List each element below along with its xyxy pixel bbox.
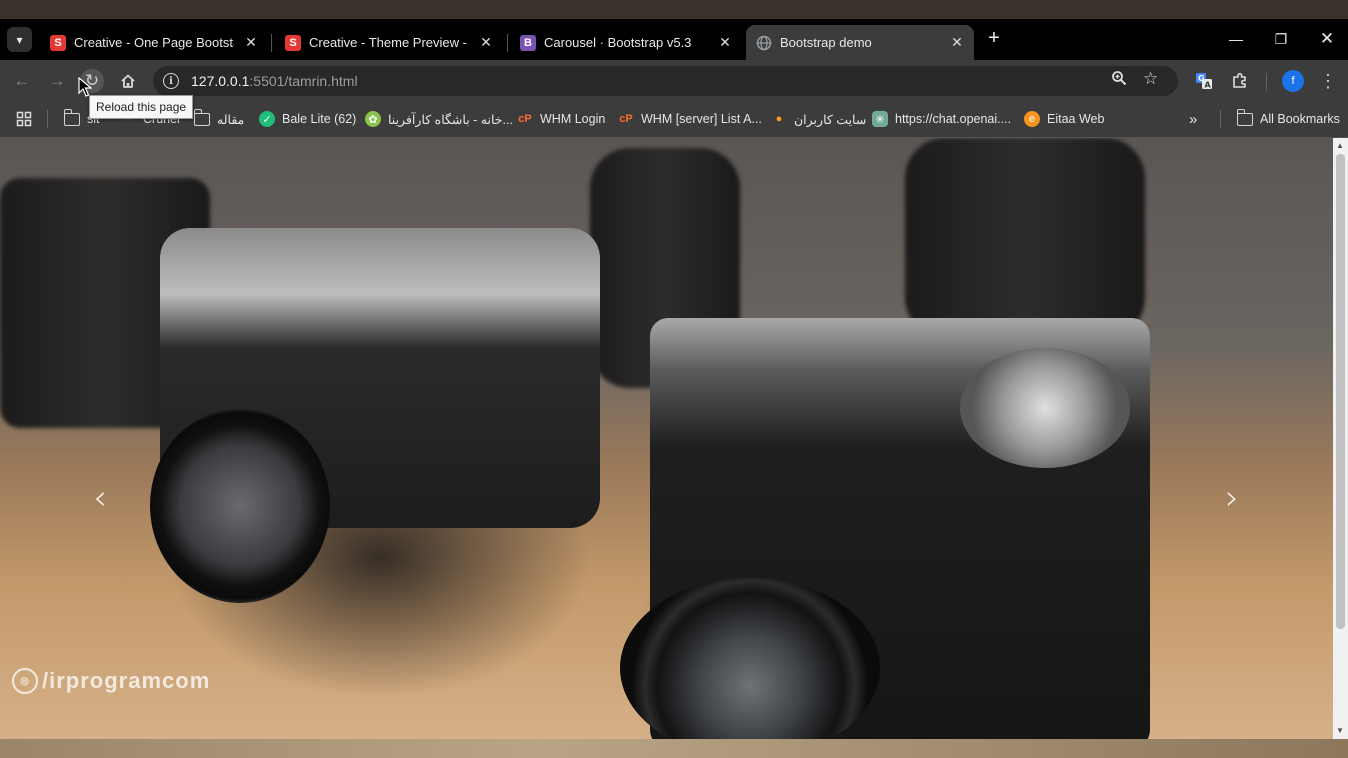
leaf-icon: ✿ [365, 111, 381, 127]
scroll-up-arrow-icon[interactable]: ▲ [1336, 141, 1344, 150]
background-lens-blur [905, 138, 1145, 338]
tab-title: Carousel · Bootstrap v5.3 [544, 35, 692, 50]
tab-search-button[interactable]: ▾ [7, 27, 32, 52]
close-tab-icon[interactable]: ✕ [716, 33, 734, 51]
bookmark-karbaran[interactable]: ● سایت کاربران [771, 109, 867, 129]
tab-separator [271, 34, 272, 52]
bookmark-label: WHM [server] List A... [641, 112, 762, 126]
bookmarks-overflow-icon[interactable]: » [1189, 109, 1197, 129]
url-text[interactable]: 127.0.0.1:5501/tamrin.html [191, 73, 358, 89]
extensions-puzzle-icon[interactable] [1228, 69, 1252, 93]
close-window-icon[interactable]: ✕ [1315, 27, 1339, 51]
camera-right-dial [960, 348, 1130, 468]
bale-icon: ✓ [259, 111, 275, 127]
carousel-next-button[interactable]: › [1212, 478, 1252, 518]
bookmark-separator [1220, 110, 1221, 128]
new-tab-button[interactable]: + [983, 27, 1005, 49]
address-bar[interactable]: i 127.0.0.1:5501/tamrin.html ☆ [153, 66, 1178, 96]
tab-bootstrap-demo[interactable]: Bootstrap demo ✕ [746, 25, 974, 60]
bookmark-whm-login[interactable]: cP WHM Login [517, 109, 605, 129]
close-tab-icon[interactable]: ✕ [477, 33, 495, 51]
folder-icon [63, 108, 80, 127]
folder-icon [193, 108, 210, 127]
home-icon[interactable] [116, 69, 140, 93]
all-bookmarks-label: All Bookmarks [1260, 112, 1340, 126]
site-info-icon[interactable]: i [163, 73, 179, 89]
bookmark-eitaa[interactable]: e Eitaa Web [1024, 109, 1104, 129]
bookmark-label: Eitaa Web [1047, 112, 1105, 126]
svg-text:A: A [1205, 81, 1212, 90]
screen-frame-bottom [0, 739, 1348, 758]
profile-avatar[interactable]: f [1282, 70, 1304, 92]
url-path: :5501/tamrin.html [249, 73, 358, 89]
toolbar-separator [1266, 73, 1267, 91]
camera-left-lens [150, 408, 330, 603]
carousel-prev-button[interactable]: ‹ [80, 478, 120, 518]
browser-toolbar: ← → ↻ i 127.0.0.1:5501/tamrin.html ☆ GA … [0, 60, 1348, 102]
forward-arrow-icon[interactable]: → [45, 69, 69, 93]
close-tab-icon[interactable]: ✕ [948, 33, 966, 51]
translate-icon[interactable]: GA [1192, 69, 1216, 93]
fruit-icon: ● [775, 113, 783, 125]
more-menu-icon[interactable]: ⋮ [1316, 69, 1340, 93]
watermark-logo-icon: ◎ [12, 668, 38, 694]
tab-creative-one-page[interactable]: S Creative - One Page Bootstrap ✕ [40, 25, 268, 60]
bookmark-label: WHM Login [540, 112, 606, 126]
bookmarks-bar: sit 〰 Cruner مقاله ✓ Bale Lite (62) ✿ خا… [0, 102, 1348, 138]
bookmark-karafarin[interactable]: ✿ خانه - باشگاه کارآفرینا... [365, 109, 513, 129]
reload-tooltip: Reload this page [89, 95, 194, 119]
tab-creative-theme-preview[interactable]: S Creative - Theme Preview - Star ✕ [275, 25, 503, 60]
globe-icon [756, 35, 772, 51]
tab-separator [507, 34, 508, 52]
tab-title: Creative - Theme Preview - Star [309, 35, 469, 50]
page-scrollbar[interactable]: ▲ ▼ [1333, 138, 1348, 739]
tab-favicon-s-icon: S [285, 34, 301, 51]
scroll-thumb[interactable] [1336, 154, 1345, 629]
bookmark-bale-lite[interactable]: ✓ Bale Lite (62) [259, 109, 356, 129]
bookmark-maghale[interactable]: مقاله [193, 108, 245, 129]
tab-title: Bootstrap demo [780, 35, 872, 50]
scroll-down-arrow-icon[interactable]: ▼ [1336, 726, 1344, 735]
tab-strip: ▾ S Creative - One Page Bootstrap ✕ S Cr… [0, 19, 1348, 60]
close-tab-icon[interactable]: ✕ [242, 33, 260, 51]
minimize-icon[interactable]: — [1224, 27, 1248, 51]
back-arrow-icon[interactable]: ← [10, 69, 34, 93]
all-bookmarks-folder[interactable]: All Bookmarks [1236, 108, 1340, 129]
tab-favicon-s-icon: S [50, 34, 66, 51]
bookmark-separator [47, 110, 48, 128]
bookmark-label: مقاله [217, 112, 245, 127]
mouse-cursor-icon [78, 77, 92, 97]
zoom-icon[interactable] [1111, 70, 1127, 90]
watermark: ◎ /irprogramcom [12, 668, 210, 694]
restore-icon[interactable]: ❐ [1269, 27, 1293, 51]
bookmark-whm-server[interactable]: cP WHM [server] List A... [618, 109, 762, 129]
bookmark-label: خانه - باشگاه کارآفرینا... [388, 112, 513, 127]
cpanel-icon: cP [518, 113, 532, 125]
apps-grid-icon[interactable] [16, 109, 32, 129]
tab-carousel-bootstrap[interactable]: B Carousel · Bootstrap v5.3 ✕ [510, 25, 742, 60]
folder-icon [1236, 108, 1253, 127]
screen-frame-top [0, 0, 1348, 19]
bookmark-label: https://chat.openai.... [895, 112, 1012, 126]
carousel-slide-image: ‹ › ◎ /irprogramcom [0, 138, 1333, 739]
cpanel-icon: cP [619, 113, 633, 125]
bookmark-label: سایت کاربران [794, 112, 867, 127]
tab-favicon-bootstrap-icon: B [520, 34, 536, 51]
tab-title: Creative - One Page Bootstrap [74, 35, 234, 50]
url-host: 127.0.0.1 [191, 73, 250, 89]
eitaa-icon: e [1024, 111, 1040, 127]
watermark-text: /irprogramcom [42, 668, 211, 693]
bookmark-chat-openai[interactable]: ✳ https://chat.openai.... [872, 109, 1011, 129]
bookmark-label: Bale Lite (62) [282, 112, 357, 126]
openai-icon: ✳ [872, 111, 888, 127]
bookmark-star-icon[interactable]: ☆ [1143, 69, 1158, 89]
